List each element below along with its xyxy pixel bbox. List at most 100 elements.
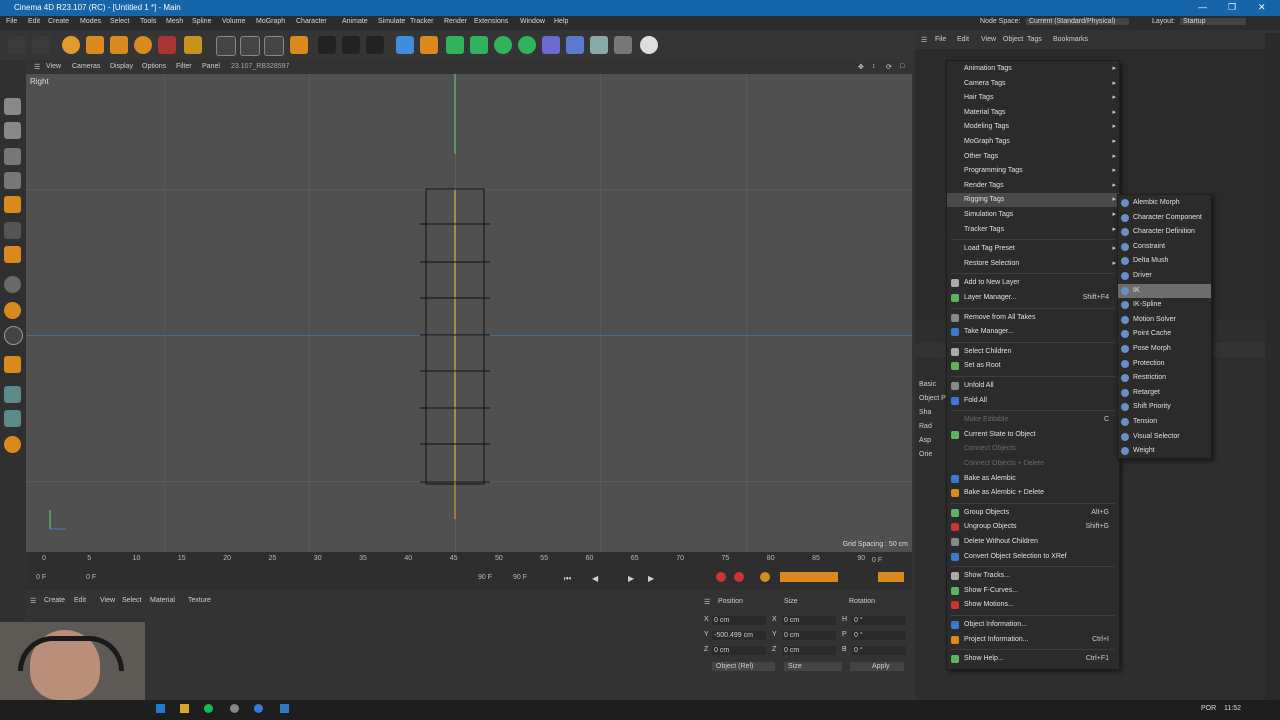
uv-mode-icon[interactable] (4, 222, 21, 239)
end-frame-range[interactable]: 90 F (478, 574, 492, 581)
menu-render[interactable]: Render (444, 18, 467, 25)
size-mode-select[interactable]: Size (784, 662, 842, 671)
menu-select[interactable]: Select (110, 18, 129, 25)
apply-button[interactable]: Apply (850, 662, 904, 671)
snap-icon[interactable] (4, 276, 21, 293)
menu-item-object-information[interactable]: Object Information... (947, 618, 1119, 632)
autokey-icon[interactable] (734, 572, 744, 582)
om-menu-edit[interactable]: Edit (957, 36, 969, 43)
menu-window[interactable]: Window (520, 18, 545, 25)
menu-help[interactable]: Help (554, 18, 568, 25)
submenu-item-ik-spline[interactable]: IK-Spline (1118, 298, 1211, 312)
extrude-icon[interactable] (470, 36, 488, 54)
menu-item-mograph-tags[interactable]: MoGraph Tags ▸ (947, 135, 1119, 149)
menu-item-programming-tags[interactable]: Programming Tags ▸ (947, 164, 1119, 178)
timeline[interactable]: 0 F 0 F 90 F 90 F 0 F ⏮ ◀ ▶ ▶ 0 5 10 15 20 25… (26, 552, 912, 590)
render-view-icon[interactable] (318, 36, 336, 54)
submenu-item-restriction[interactable]: Restriction (1118, 371, 1211, 385)
om-menu-bookmarks[interactable]: Bookmarks (1053, 36, 1088, 43)
model-mode-icon[interactable] (4, 122, 21, 139)
menu-item-modeling-tags[interactable]: Modeling Tags ▸ (947, 120, 1119, 134)
submenu-item-weight[interactable]: Weight (1118, 444, 1211, 458)
menu-character[interactable]: Character (296, 18, 327, 25)
keyframe-selection-icon[interactable] (760, 572, 770, 582)
camera-icon[interactable] (614, 36, 632, 54)
record-icon[interactable] (716, 572, 726, 582)
viewport-toggle-icon[interactable]: □ (900, 63, 904, 70)
submenu-item-character-component[interactable]: Character Component (1118, 211, 1211, 225)
om-menu-file[interactable]: File (935, 36, 946, 43)
om-menu-object[interactable]: Object (1003, 36, 1023, 43)
scale-tool-icon[interactable] (110, 36, 128, 54)
spotify-icon[interactable] (204, 704, 213, 713)
render-picture-viewer-icon[interactable] (342, 36, 360, 54)
menu-item-group-objects[interactable]: Group Objects Alt+G (947, 506, 1119, 520)
maximize-icon[interactable]: ❐ (1228, 2, 1236, 13)
menu-item-show-motions[interactable]: Show Motions... (947, 598, 1119, 612)
redo-icon[interactable] (32, 36, 50, 54)
start-frame-range[interactable]: 0 F (86, 574, 96, 581)
menu-tools[interactable]: Tools (140, 18, 156, 25)
menu-extensions[interactable]: Extensions (474, 18, 508, 25)
material-menu-view[interactable]: View (100, 597, 115, 604)
om-menu-view[interactable]: View (981, 36, 996, 43)
submenu-item-protection[interactable]: Protection (1118, 357, 1211, 371)
menu-mograph[interactable]: MoGraph (256, 18, 285, 25)
pen-spline-icon[interactable] (420, 36, 438, 54)
submenu-item-driver[interactable]: Driver (1118, 269, 1211, 283)
menu-item-take-manager[interactable]: Take Manager... (947, 325, 1119, 339)
start-frame[interactable]: 0 F (36, 574, 46, 581)
polygons-mode-icon[interactable] (4, 196, 21, 213)
cloner-icon[interactable] (494, 36, 512, 54)
submenu-item-delta-mush[interactable]: Delta Mush (1118, 254, 1211, 268)
nodespace-select[interactable]: Current (Standard/Physical) (1026, 18, 1130, 25)
submenu-item-tension[interactable]: Tension (1118, 415, 1211, 429)
submenu-item-point-cache[interactable]: Point Cache (1118, 327, 1211, 341)
coordinate-system-icon[interactable] (184, 36, 202, 54)
material-menu-icon[interactable]: ☰ (30, 597, 36, 605)
coord-size[interactable]: 0 cm (782, 616, 836, 625)
floor-icon[interactable] (590, 36, 608, 54)
material-menu-select[interactable]: Select (122, 597, 141, 604)
coord-size[interactable]: 0 cm (782, 646, 836, 655)
side-tabs[interactable] (1265, 33, 1280, 700)
material-menu-material[interactable]: Material (150, 597, 175, 604)
menu-item-add-to-new-layer[interactable]: Add to New Layer (947, 276, 1119, 290)
bend-deformer-icon[interactable] (542, 36, 560, 54)
coord-rot[interactable]: 0 ° (852, 646, 906, 655)
submenu-item-visual-selector[interactable]: Visual Selector (1118, 430, 1211, 444)
menu-edit[interactable]: Edit (28, 18, 40, 25)
menu-item-select-children[interactable]: Select Children (947, 345, 1119, 359)
make-editable-icon[interactable] (4, 98, 21, 115)
submenu-item-retarget[interactable]: Retarget (1118, 386, 1211, 400)
coord-rot[interactable]: 0 ° (852, 631, 906, 640)
viewport-menu-icon[interactable]: ☰ (34, 63, 40, 71)
menu-create[interactable]: Create (48, 18, 69, 25)
close-icon[interactable]: ✕ (1258, 2, 1266, 13)
viewport-move-icon[interactable]: ✥ (858, 63, 864, 71)
select-tool-icon[interactable] (62, 36, 80, 54)
menu-item-show-tracks[interactable]: Show Tracks... (947, 569, 1119, 583)
coord-pos[interactable]: 0 cm (712, 646, 766, 655)
coord-size[interactable]: 0 cm (782, 631, 836, 640)
go-to-start-icon[interactable]: ⏮ (564, 574, 571, 584)
menu-volume[interactable]: Volume (222, 18, 245, 25)
menu-item-set-as-root[interactable]: Set as Root (947, 359, 1119, 373)
end-frame[interactable]: 90 F (513, 574, 527, 581)
y-axis-icon[interactable] (240, 36, 260, 56)
menu-item-fold-all[interactable]: Fold All (947, 394, 1119, 408)
undo-icon[interactable] (8, 36, 26, 54)
menu-item-animation-tags[interactable]: Animation Tags ▸ (947, 62, 1119, 76)
object-manager-menu-icon[interactable]: ☰ (921, 36, 927, 44)
menu-item-simulation-tags[interactable]: Simulation Tags ▸ (947, 208, 1119, 222)
menu-modes[interactable]: Modes (80, 18, 101, 25)
coord-rot[interactable]: 0 ° (852, 616, 906, 625)
key-filter-icons[interactable] (780, 572, 838, 582)
coord-pos[interactable]: 0 cm (712, 616, 766, 625)
submenu-item-character-definition[interactable]: Character Definition (1118, 225, 1211, 239)
menu-item-delete-without-children[interactable]: Delete Without Children (947, 535, 1119, 549)
submenu-item-pose-morph[interactable]: Pose Morph (1118, 342, 1211, 356)
submenu-item-motion-solver[interactable]: Motion Solver (1118, 313, 1211, 327)
viewport-menu-view[interactable]: View (46, 63, 61, 70)
app2-icon[interactable] (254, 704, 263, 713)
